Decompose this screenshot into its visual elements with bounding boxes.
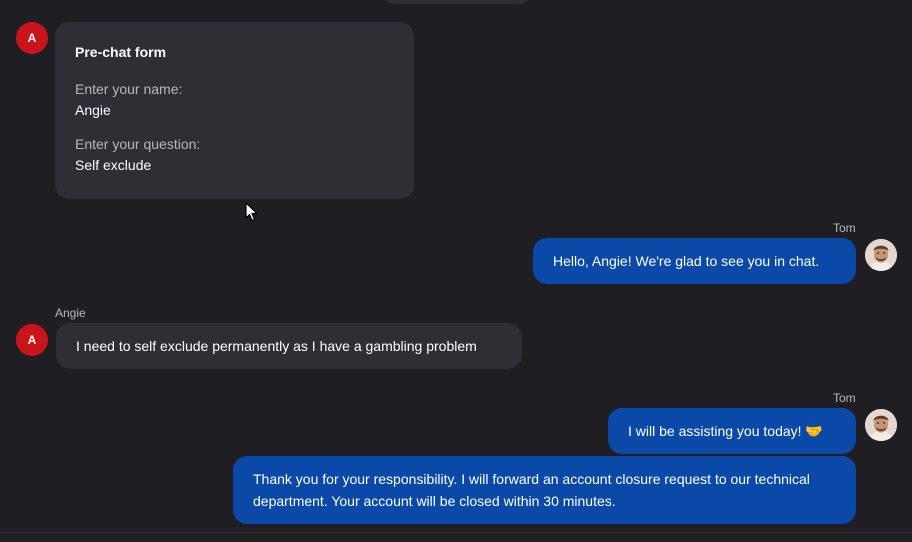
question-field-label: Enter your question:	[75, 136, 201, 152]
agent-photo-icon	[865, 239, 897, 271]
prechat-form-title: Pre-chat form	[75, 44, 167, 60]
message-text: Hello, Angie! We're glad to see you in c…	[553, 253, 820, 269]
agent-message-bubble: Hello, Angie! We're glad to see you in c…	[533, 238, 856, 284]
mouse-cursor-icon	[245, 202, 258, 222]
message-sender-name: Tom	[833, 391, 856, 405]
name-field-value: Angie	[75, 102, 111, 118]
chat-transcript: A Pre-chat form Enter your name: Angie E…	[0, 0, 912, 542]
name-field-label: Enter your name:	[75, 81, 183, 97]
visitor-avatar: A	[16, 324, 48, 356]
visitor-avatar: A	[16, 22, 48, 54]
visitor-message-bubble: I need to self exclude permanently as I …	[56, 323, 522, 369]
message-sender-name: Tom	[833, 221, 856, 235]
composer-divider	[0, 532, 912, 533]
visitor-avatar-initial: A	[27, 31, 37, 45]
prechat-form-card: Pre-chat form Enter your name: Angie Ent…	[55, 22, 414, 199]
message-text: Thank you for your responsibility. I wil…	[253, 471, 810, 509]
agent-message-bubble: I will be assisting you today! 🤝	[608, 408, 856, 454]
agent-message-bubble: Thank you for your responsibility. I wil…	[233, 456, 856, 524]
message-sender-name: Angie	[55, 306, 86, 320]
agent-avatar	[865, 409, 897, 441]
agent-photo-icon	[865, 409, 897, 441]
agent-avatar	[865, 239, 897, 271]
message-text: I need to self exclude permanently as I …	[76, 338, 477, 354]
previous-message-edge	[383, 0, 531, 4]
visitor-avatar-initial: A	[27, 333, 37, 347]
message-text: I will be assisting you today! 🤝	[628, 423, 823, 439]
question-field-value: Self exclude	[75, 157, 152, 173]
